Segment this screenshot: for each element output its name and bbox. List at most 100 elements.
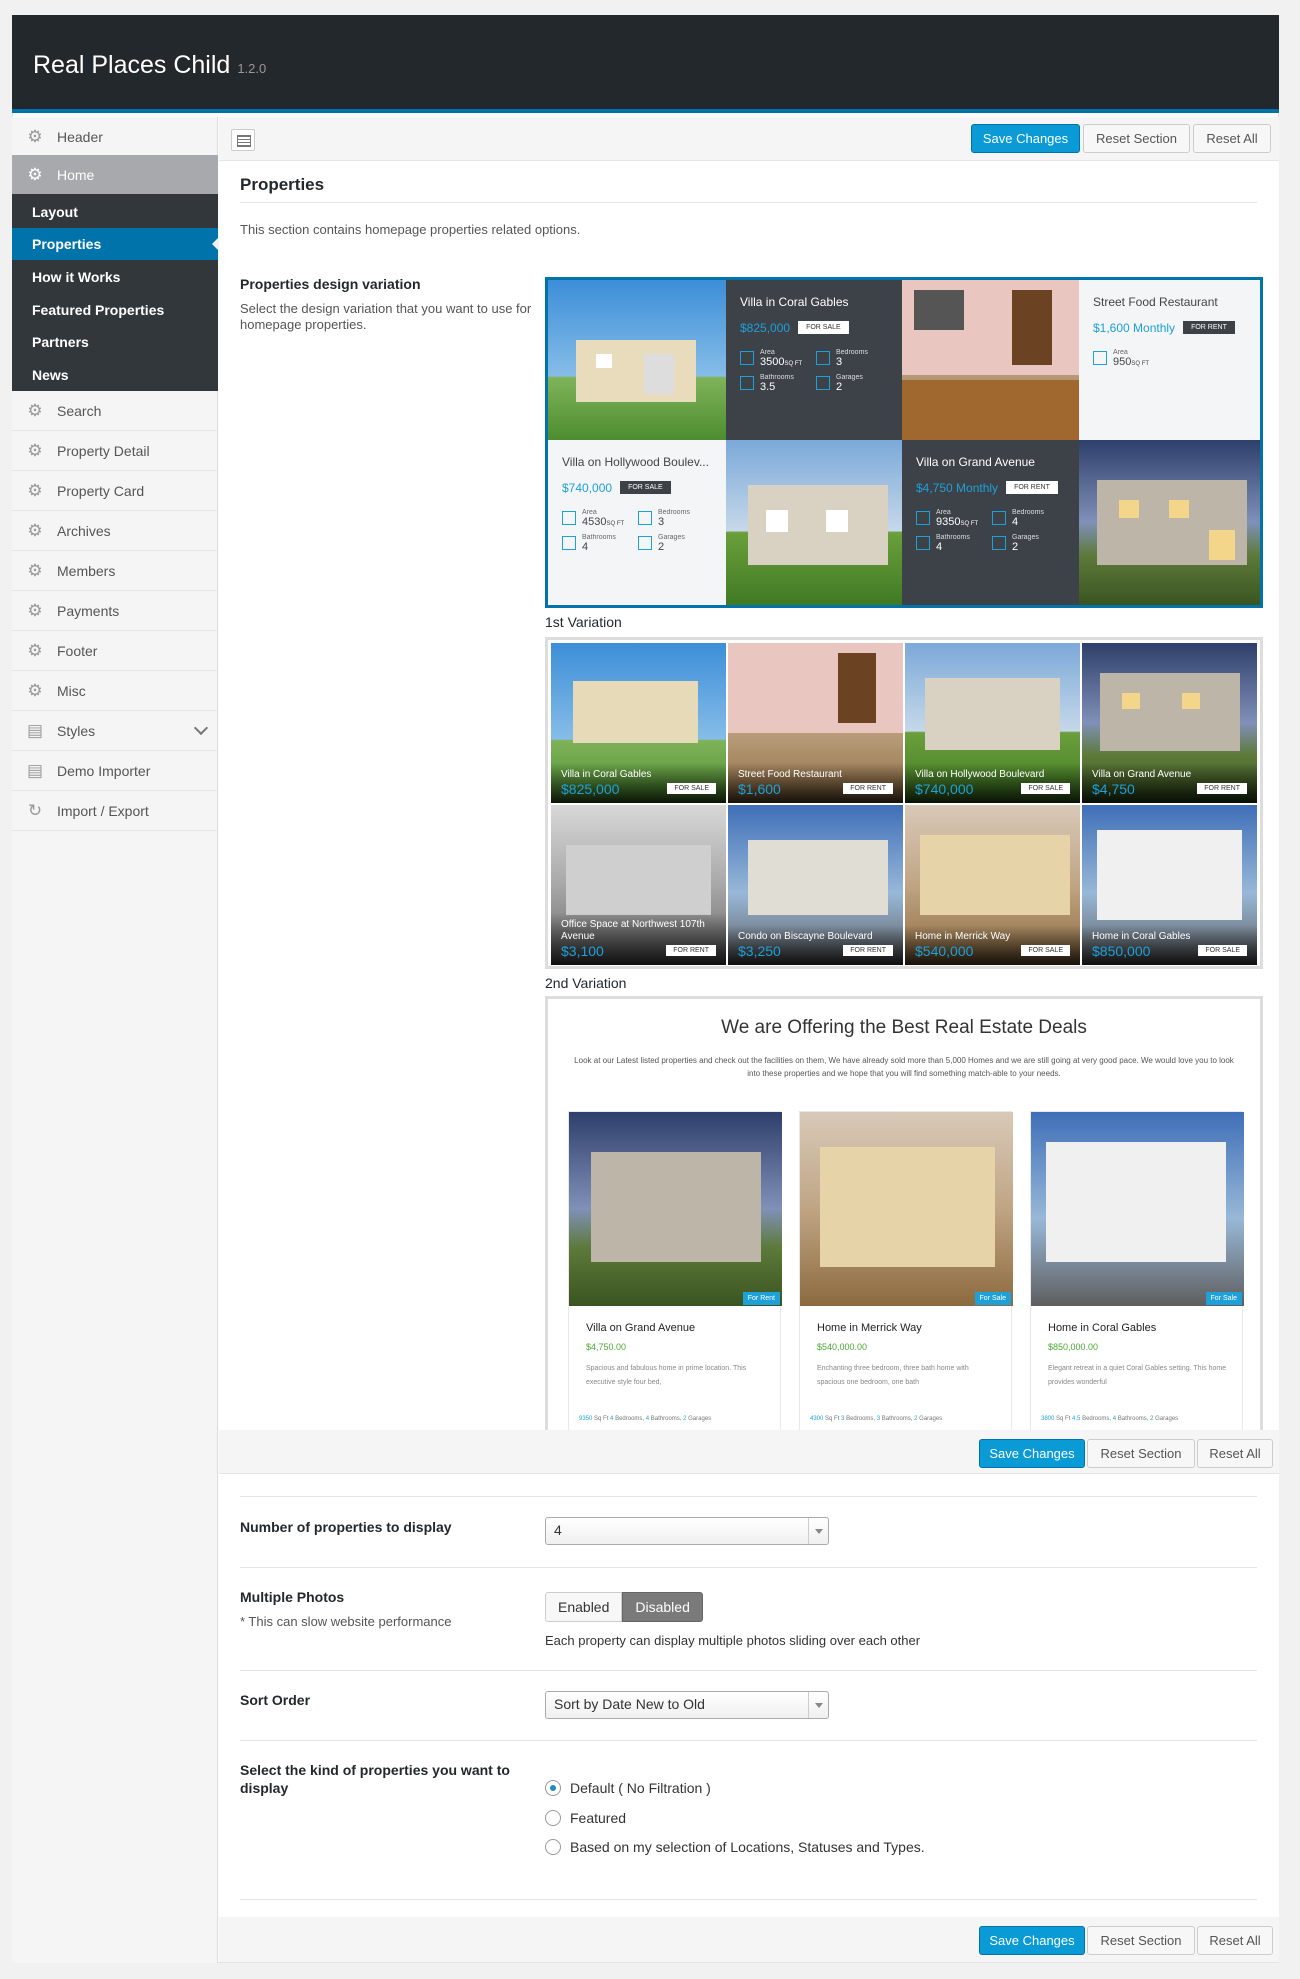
- sidebar-item-home[interactable]: ⚙ Home: [12, 155, 218, 195]
- sidebar-item-demo-importer[interactable]: ▤ Demo Importer: [12, 751, 218, 791]
- radio-icon: [545, 1839, 561, 1855]
- property-tile: Villa on Hollywood Boulevard $740,000 FOR …: [905, 643, 1080, 803]
- property-tile: Home in Coral Gables $850,000 FOR SALE: [1082, 805, 1257, 965]
- save-changes-button[interactable]: Save Changes: [979, 1926, 1085, 1955]
- submenu-item-layout[interactable]: Layout: [12, 196, 218, 228]
- feature-value: 2: [658, 541, 665, 553]
- gear-icon: ⚙: [27, 560, 43, 580]
- sort-order-select[interactable]: Sort by Date New to Old: [545, 1691, 829, 1719]
- card-price: $1,600 Monthly: [1093, 321, 1176, 335]
- tile-title: Street Food Restaurant: [738, 769, 842, 780]
- sidebar-item-import-export[interactable]: ↻ Import / Export: [12, 791, 218, 831]
- gear-icon: ⚙: [27, 400, 43, 420]
- reset-section-button[interactable]: Reset Section: [1083, 124, 1190, 153]
- multiple-photos-help: Each property can display multiple photo…: [545, 1633, 921, 1648]
- area-icon: [562, 511, 576, 525]
- tile-caption: Street Food Restaurant $1,600 FOR RENT: [728, 763, 903, 803]
- num-properties-select[interactable]: 4: [545, 1517, 829, 1545]
- unit-label: SQ FT: [606, 521, 625, 527]
- property-image: [800, 1112, 1013, 1306]
- submenu-item-featured-properties[interactable]: Featured Properties: [12, 294, 218, 326]
- gear-icon: ⚙: [27, 520, 43, 540]
- unit-label: SQ FT: [1131, 361, 1150, 367]
- save-changes-button[interactable]: Save Changes: [971, 124, 1080, 153]
- feature-value: 9350: [936, 516, 961, 528]
- variation-2-option[interactable]: Villa in Coral Gables $825,000 FOR SALE St…: [545, 637, 1263, 969]
- property-card: For Sale Home in Merrick Way $540,000.00…: [799, 1111, 1013, 1430]
- home-submenu: Layout Properties How it Works Featured …: [12, 194, 219, 391]
- expand-options-icon[interactable]: [231, 129, 255, 151]
- reset-all-button[interactable]: Reset All: [1197, 1439, 1273, 1468]
- reset-section-button[interactable]: Reset Section: [1087, 1926, 1195, 1955]
- layout-icon: ▤: [26, 720, 44, 740]
- radio-default[interactable]: Default ( No Filtration ): [545, 1780, 711, 1796]
- status-badge: FOR RENT: [1006, 481, 1058, 495]
- feature-label: Area: [760, 349, 775, 356]
- disabled-button[interactable]: Disabled: [622, 1592, 703, 1622]
- bedroom-icon: [992, 511, 1006, 525]
- divider: [240, 1567, 1257, 1568]
- garage-icon: [992, 536, 1006, 550]
- multiple-photos-toggle: Enabled Disabled: [545, 1592, 703, 1622]
- reset-all-button[interactable]: Reset All: [1193, 124, 1271, 153]
- bottom-toolbar: Save Changes Reset Section Reset All: [219, 1917, 1279, 1963]
- variation-3-option[interactable]: We are Offering the Best Real Estate Dea…: [545, 996, 1263, 1430]
- sidebar-item-search[interactable]: ⚙ Search: [12, 391, 218, 431]
- reset-section-button[interactable]: Reset Section: [1087, 1439, 1195, 1468]
- sidebar-item-label: Footer: [57, 642, 98, 659]
- submenu-item-how-it-works[interactable]: How it Works: [12, 261, 218, 293]
- feature-value: 3.5: [760, 381, 776, 393]
- sidebar-item-label: Payments: [57, 602, 120, 619]
- card-title: Villa on Hollywood Boulev...: [562, 455, 709, 469]
- feature-value: 2: [1012, 541, 1019, 553]
- radio-checked-icon: [545, 1780, 561, 1796]
- gear-icon: ⚙: [27, 126, 43, 146]
- divider: [240, 1496, 1257, 1497]
- sidebar-item-styles[interactable]: ▤ Styles: [12, 711, 218, 751]
- sidebar-item-label: Property Card: [57, 482, 145, 499]
- sticky-toolbar: Save Changes Reset Section Reset All: [219, 1430, 1279, 1474]
- sidebar-item-property-detail[interactable]: ⚙ Property Detail: [12, 431, 218, 471]
- gear-icon: ⚙: [27, 680, 43, 700]
- bathroom-icon: [562, 536, 576, 550]
- radio-featured[interactable]: Featured: [545, 1810, 626, 1826]
- garage-icon: [816, 376, 830, 390]
- property-tile: Home in Merrick Way $540,000 FOR SALE: [905, 805, 1080, 965]
- reset-all-button[interactable]: Reset All: [1197, 1926, 1273, 1955]
- card-price: $4,750.00: [586, 1342, 627, 1352]
- feature-value: 3: [658, 516, 665, 528]
- save-changes-button[interactable]: Save Changes: [979, 1439, 1085, 1468]
- card-excerpt: Enchanting three bedroom, three bath hom…: [817, 1365, 969, 1386]
- design-variation-label: Properties design variation: [240, 276, 421, 292]
- submenu-item-news[interactable]: News: [12, 359, 218, 391]
- property-image: [569, 1112, 782, 1306]
- enabled-button[interactable]: Enabled: [545, 1592, 623, 1622]
- sidebar-item-misc[interactable]: ⚙ Misc: [12, 671, 218, 711]
- property-card: For Rent Villa on Grand Avenue $4,750.00…: [568, 1111, 782, 1430]
- tile-title: Home in Merrick Way: [915, 931, 1011, 942]
- radio-selection[interactable]: Based on my selection of Locations, Stat…: [545, 1839, 925, 1855]
- property-tile: Villa on Grand Avenue $4,750 FOR RENT: [1082, 643, 1257, 803]
- sidebar-item-property-card[interactable]: ⚙ Property Card: [12, 471, 218, 511]
- sidebar-item-header[interactable]: ⚙ Header: [12, 117, 218, 157]
- submenu-item-partners[interactable]: Partners: [12, 326, 218, 358]
- sidebar: ⚙ Header ⚙ Home Layout Properties How it W…: [12, 117, 219, 1963]
- status-badge: For Rent: [742, 1292, 780, 1305]
- sidebar-item-payments[interactable]: ⚙ Payments: [12, 591, 218, 631]
- variation-1-option[interactable]: Villa in Coral Gables $825,000 FOR SALE A…: [545, 277, 1263, 608]
- card-meta: 4300 Sq Ft 3 Bedrooms, 3 Bathrooms, 2 Ga…: [810, 1416, 943, 1422]
- divider: [240, 1740, 1257, 1741]
- sidebar-item-members[interactable]: ⚙ Members: [12, 551, 218, 591]
- sidebar-item-footer[interactable]: ⚙ Footer: [12, 631, 218, 671]
- feature-label: Area: [936, 509, 951, 516]
- feature-label: Area: [1113, 349, 1128, 356]
- submenu-item-properties[interactable]: Properties: [12, 228, 219, 260]
- property-card: Villa on Hollywood Boulev... $740,000 FOR…: [548, 440, 726, 605]
- property-kind-label: Select the kind of properties you want t…: [240, 1762, 510, 1796]
- feature-value: 4530: [582, 516, 607, 528]
- section-title: Properties: [240, 175, 325, 194]
- sidebar-item-archives[interactable]: ⚙ Archives: [12, 511, 218, 551]
- card-title: Villa on Grand Avenue: [586, 1322, 696, 1334]
- tile-caption: Villa on Hollywood Boulevard $740,000 FOR …: [905, 763, 1080, 803]
- feature-label: Bathrooms: [582, 534, 616, 541]
